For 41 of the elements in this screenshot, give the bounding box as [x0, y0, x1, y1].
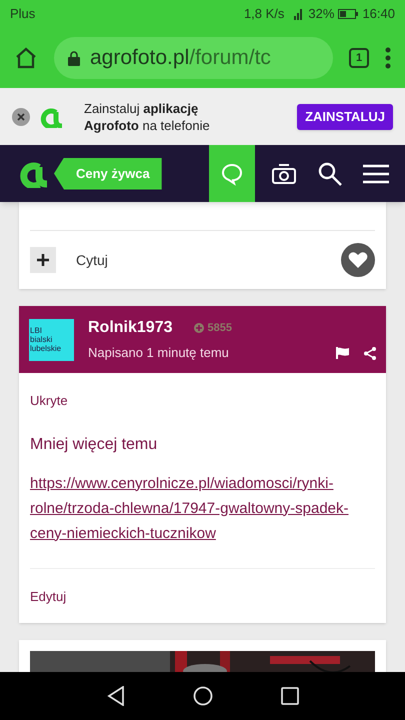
author-name[interactable]: Rolnik1973	[88, 316, 172, 340]
address-bar[interactable]: agrofoto.pl/forum/tc	[54, 37, 333, 79]
close-button[interactable]	[12, 108, 30, 126]
flag-icon[interactable]	[336, 347, 350, 359]
post-time: Napisano 1 minutę temu	[88, 344, 229, 362]
battery-icon	[338, 9, 358, 19]
back-icon[interactable]	[106, 686, 124, 706]
install-button[interactable]: ZAINSTALUJ	[297, 104, 393, 130]
avatar-text: lubelskie	[30, 344, 62, 353]
reputation-score: 5855	[207, 321, 232, 336]
hidden-tag: Ukryte	[30, 391, 375, 410]
plus-circle-icon	[194, 323, 204, 334]
close-icon	[17, 112, 25, 120]
more-icon[interactable]	[385, 47, 391, 69]
post-body: Mniej więcej temu	[30, 434, 158, 454]
menu-icon	[362, 164, 390, 184]
plus-icon	[37, 254, 49, 266]
network-speed: 1,8 K/s	[244, 5, 284, 24]
carrier-label: Plus	[10, 5, 36, 24]
heart-icon	[348, 251, 368, 269]
clock: 16:40	[362, 5, 395, 24]
home-icon[interactable]	[14, 46, 38, 70]
quote-link[interactable]: Cytuj	[76, 250, 108, 270]
like-button[interactable]	[341, 243, 375, 277]
search-icon	[317, 160, 343, 186]
banner-text: Agrofoto na telefonie	[84, 116, 210, 134]
banner-text: Zainstaluj aplikację	[84, 100, 200, 116]
edit-link[interactable]: Edytuj	[30, 588, 66, 604]
lock-icon	[68, 50, 80, 66]
article-link[interactable]: https://www.cenyrolnicze.pl/wiadomosci/rynki-rolne/trzoda-chlewna/17947-gwaltowny-spadek-ceny-niemieckich-tucznikow	[30, 470, 375, 546]
battery-percent: 32%	[308, 5, 334, 24]
expand-button[interactable]	[30, 247, 56, 273]
url-text: agrofoto.pl/forum/tc	[90, 45, 271, 72]
recents-icon[interactable]	[280, 687, 298, 705]
share-icon[interactable]	[364, 346, 376, 360]
avatar-text: LBI	[30, 326, 44, 335]
tab-count-button[interactable]: 1	[349, 48, 369, 68]
app-logo-icon	[38, 106, 64, 128]
chat-icon	[220, 162, 244, 186]
avatar-text: bialski	[30, 335, 54, 344]
camera-icon	[271, 162, 297, 186]
